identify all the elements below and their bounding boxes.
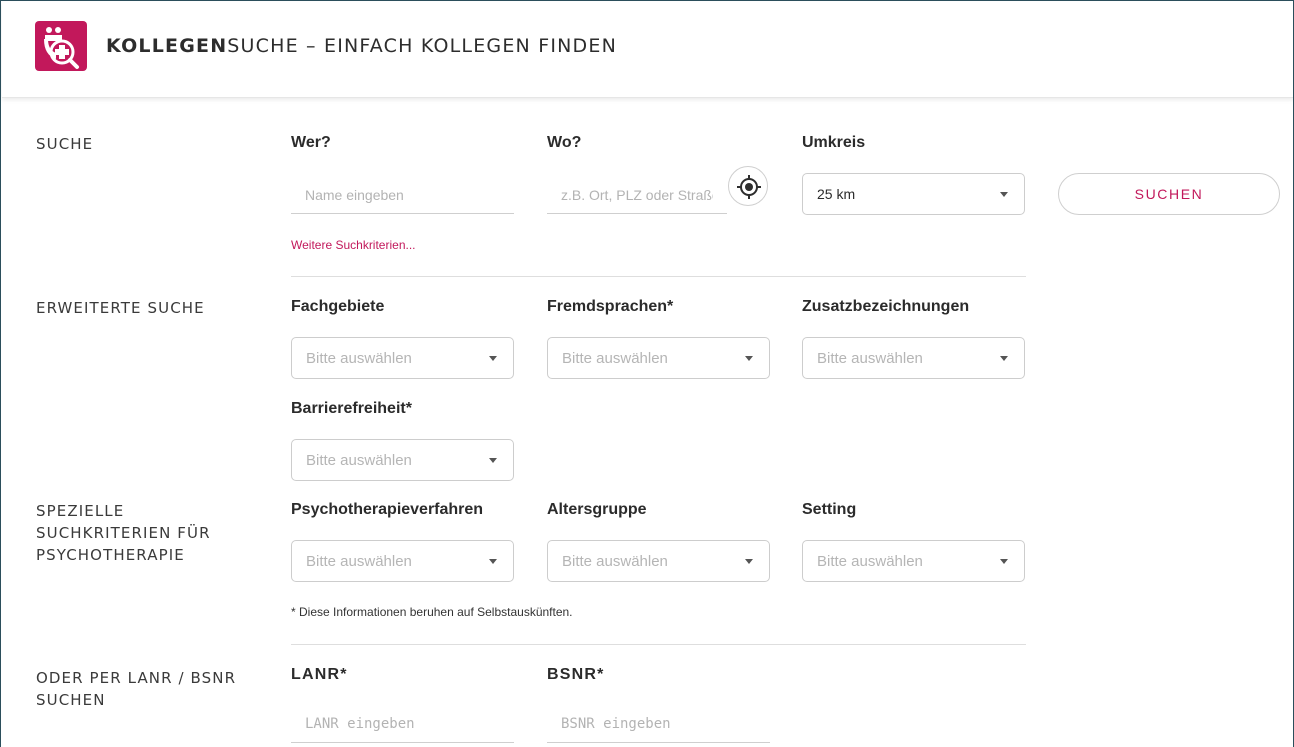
- altersgruppe-placeholder: Bitte auswählen: [562, 553, 668, 570]
- caret-down-icon: [745, 559, 753, 564]
- section-label-psycho: SPEZIELLE SUCHKRITERIEN FÜR PSYCHOTHERAP…: [36, 500, 211, 566]
- radius-value: 25 km: [817, 186, 856, 202]
- barrierefreiheit-placeholder: Bitte auswählen: [306, 452, 412, 469]
- setting-label: Setting: [802, 501, 857, 518]
- fremdsprachen-placeholder: Bitte auswählen: [562, 350, 668, 367]
- radius-label: Umkreis: [802, 134, 866, 151]
- barrierefreiheit-label: Barrierefreiheit*: [291, 400, 412, 417]
- lanr-label: LANR*: [291, 666, 348, 683]
- altersgruppe-select[interactable]: Bitte auswählen: [547, 540, 770, 582]
- radius-select[interactable]: 25 km: [802, 173, 1025, 215]
- caret-down-icon: [745, 356, 753, 361]
- caret-down-icon: [489, 458, 497, 463]
- lanr-input[interactable]: [291, 705, 514, 743]
- caret-down-icon: [489, 356, 497, 361]
- fachgebiete-label: Fachgebiete: [291, 298, 385, 315]
- psychotherapieverfahren-select[interactable]: Bitte auswählen: [291, 540, 514, 582]
- who-label: Wer?: [291, 134, 331, 151]
- doctor-search-icon: [35, 21, 87, 71]
- caret-down-icon: [489, 559, 497, 564]
- page-title-bold: KOLLEGEN: [106, 35, 228, 57]
- divider: [291, 644, 1026, 645]
- zusatzbezeichnungen-placeholder: Bitte auswählen: [817, 350, 923, 367]
- more-criteria-link[interactable]: Weitere Suchkriterien...: [291, 238, 416, 252]
- page-title-rest: SUCHE – EINFACH KOLLEGEN FINDEN: [227, 35, 617, 57]
- app-frame: KOLLEGENSUCHE – EINFACH KOLLEGEN FINDEN …: [0, 0, 1294, 747]
- caret-down-icon: [1000, 192, 1008, 197]
- fachgebiete-select[interactable]: Bitte auswählen: [291, 337, 514, 379]
- fremdsprachen-select[interactable]: Bitte auswählen: [547, 337, 770, 379]
- section-label-line: SPEZIELLE: [36, 502, 125, 520]
- section-label-line: SUCHEN: [36, 691, 106, 709]
- setting-placeholder: Bitte auswählen: [817, 553, 923, 570]
- bsnr-label: BSNR*: [547, 666, 605, 683]
- search-button[interactable]: SUCHEN: [1058, 173, 1280, 215]
- caret-down-icon: [1000, 559, 1008, 564]
- who-input[interactable]: [291, 176, 514, 214]
- fachgebiete-placeholder: Bitte auswählen: [306, 350, 412, 367]
- section-label-search: SUCHE: [36, 135, 94, 153]
- section-label-extended: ERWEITERTE SUCHE: [36, 299, 205, 317]
- locate-button[interactable]: [728, 166, 768, 206]
- zusatzbezeichnungen-label: Zusatzbezeichnungen: [802, 298, 970, 315]
- self-report-note: * Diese Informationen beruhen auf Selbst…: [291, 605, 573, 619]
- section-label-line: SUCHKRITERIEN FÜR: [36, 524, 211, 542]
- zusatzbezeichnungen-select[interactable]: Bitte auswählen: [802, 337, 1025, 379]
- section-label-lanr: ODER PER LANR / BSNR SUCHEN: [36, 667, 236, 711]
- where-label: Wo?: [547, 134, 582, 151]
- altersgruppe-label: Altersgruppe: [547, 501, 647, 518]
- bsnr-input[interactable]: [547, 705, 770, 743]
- where-input[interactable]: [547, 176, 727, 214]
- psychotherapieverfahren-label: Psychotherapieverfahren: [291, 501, 484, 518]
- section-label-line: ODER PER LANR / BSNR: [36, 669, 237, 687]
- section-label-line: PSYCHOTHERAPIE: [36, 546, 185, 564]
- fremdsprachen-label: Fremdsprachen*: [547, 298, 674, 315]
- psychotherapieverfahren-placeholder: Bitte auswählen: [306, 553, 412, 570]
- barrierefreiheit-select[interactable]: Bitte auswählen: [291, 439, 514, 481]
- page-header: KOLLEGENSUCHE – EINFACH KOLLEGEN FINDEN: [2, 2, 1293, 98]
- divider: [291, 276, 1026, 277]
- caret-down-icon: [1000, 356, 1008, 361]
- crosshair-location-icon: [737, 175, 761, 199]
- page-title: KOLLEGENSUCHE – EINFACH KOLLEGEN FINDEN: [106, 35, 617, 57]
- setting-select[interactable]: Bitte auswählen: [802, 540, 1025, 582]
